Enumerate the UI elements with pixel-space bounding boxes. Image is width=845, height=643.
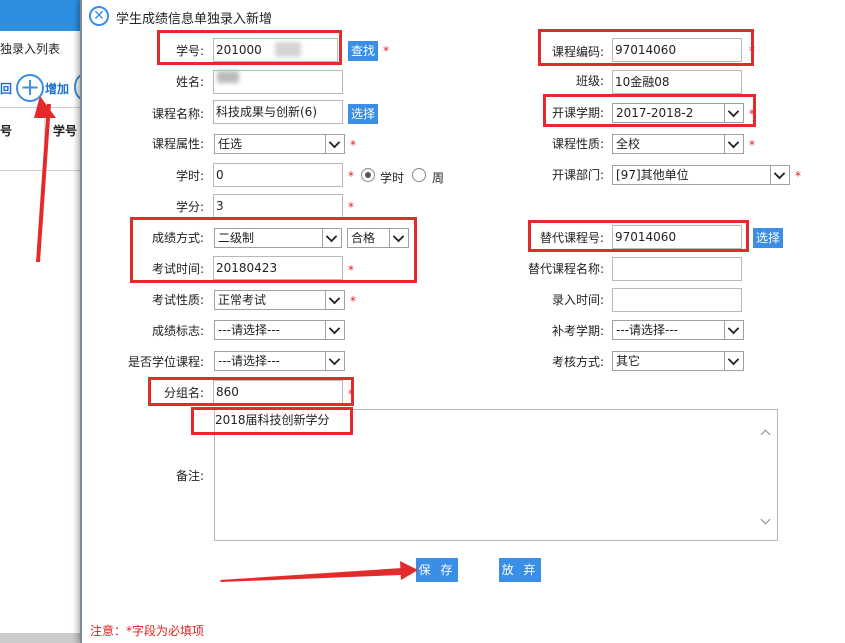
arrow-to-save-button: [220, 561, 418, 582]
arrow-to-add-button: [34, 96, 56, 262]
annotation-arrows: [34, 96, 418, 582]
